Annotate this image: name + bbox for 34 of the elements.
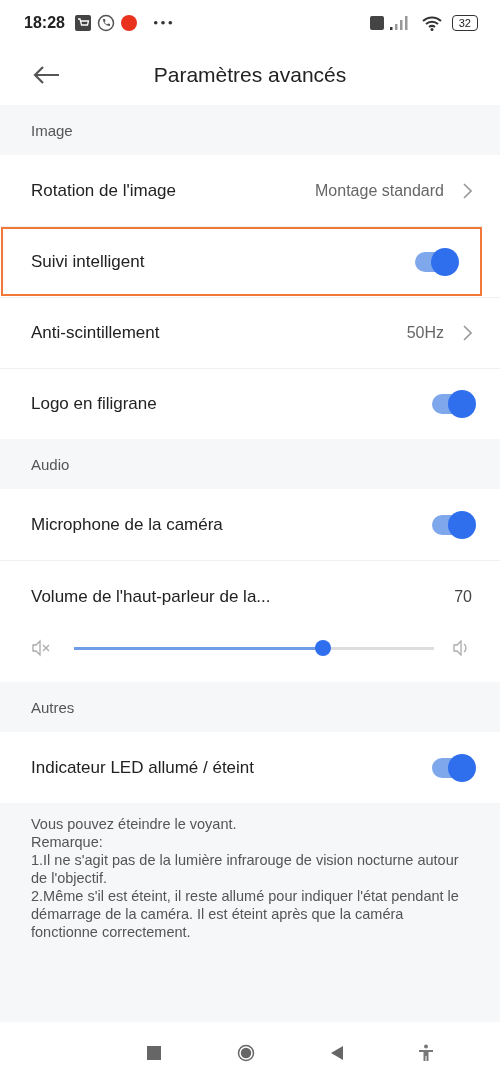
back-arrow-icon[interactable]: [32, 65, 60, 85]
note-text: 2.Même s'il est éteint, il reste allumé pour indiquer l'état pendant le démarrage de la caméra. Il est éteint après que la caméra fonctionne correctement.: [31, 887, 460, 941]
section-header: Audio: [31, 455, 70, 473]
setting-label: Indicateur LED allumé / éteint: [31, 757, 255, 778]
status-time: 18:28: [24, 13, 65, 32]
note-text: 1.Il ne s'agit pas de la lumière infrarouge de vision nocturne autour de l'objectif.: [31, 851, 460, 887]
setting-label: Volume de l'haut-parleur de la...: [31, 587, 272, 607]
setting-value: Montage standard: [315, 181, 444, 200]
settings-row[interactable]: Anti-scintillement 50Hz: [0, 297, 500, 368]
note-text: Vous pouvez éteindre le voyant.: [31, 815, 238, 833]
section-header: Autres: [31, 698, 75, 716]
setting-value: 50Hz: [406, 324, 444, 342]
setting-label: Microphone de la caméra: [31, 514, 224, 535]
note-text: Remarque:: [31, 833, 104, 851]
setting-label: Suivi intelligent: [31, 252, 146, 272]
mute-icon[interactable]: [31, 639, 51, 657]
signal-icon: [389, 15, 408, 30]
battery-level: 32: [451, 14, 478, 31]
chevron-right-icon: [462, 182, 472, 199]
page-title: Paramètres avancés: [153, 63, 347, 86]
setting-label: Anti-scintillement: [31, 323, 161, 343]
setting-label: Rotation de l'image: [31, 180, 177, 201]
volume-reading: 70: [454, 588, 472, 606]
more-icon: [152, 19, 173, 26]
wifi-icon: [421, 14, 442, 31]
chevron-right-icon: [462, 325, 472, 341]
section-header: Image: [31, 121, 73, 139]
slider-thumb[interactable]: [314, 640, 331, 656]
cart-icon: [74, 14, 91, 31]
phone-bubble-icon: [96, 13, 115, 32]
settings-row[interactable]: Rotation de l'image Montage standard: [0, 155, 500, 226]
accessibility-icon[interactable]: [416, 1044, 435, 1062]
square-icon[interactable]: [145, 1044, 164, 1062]
setting-label: Logo en filigrane: [31, 394, 158, 414]
